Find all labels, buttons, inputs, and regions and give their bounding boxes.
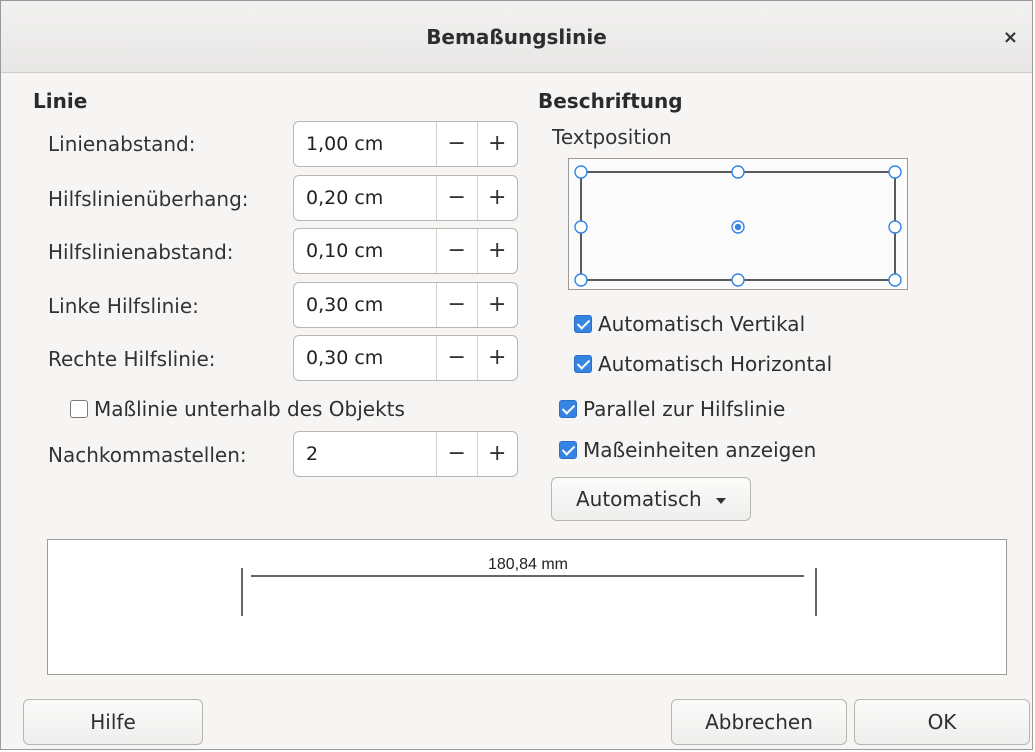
linienabstand-label: Linienabstand: — [48, 132, 196, 156]
cancel-button[interactable]: Abbrechen — [671, 699, 847, 745]
dimension-preview: 180,84 mm — [47, 539, 1007, 675]
position-bottom-left — [574, 273, 588, 287]
checkbox-checked-icon — [559, 400, 577, 418]
rechte-hilfslinie-label: Rechte Hilfslinie: — [48, 347, 216, 371]
hilfslinienabstand-increment-button[interactable]: + — [476, 229, 518, 273]
dialog-title: Bemaßungslinie — [426, 25, 607, 49]
dialog-window: Bemaßungslinie × Linie Linienabstand: 1,… — [0, 0, 1033, 750]
nachkommastellen-spinner: 2 − + — [293, 431, 518, 477]
linienabstand-increment-button[interactable]: + — [476, 122, 518, 166]
rechte-hilfslinie-decrement-button[interactable]: − — [436, 336, 477, 380]
hilfslinienueberhang-increment-button[interactable]: + — [476, 176, 518, 220]
position-top-center — [731, 165, 745, 179]
automatisch-horizontal-checkbox[interactable]: Automatisch Horizontal — [574, 352, 832, 376]
masslinie-unterhalb-checkbox[interactable]: Maßlinie unterhalb des Objekts — [70, 397, 405, 421]
nachkommastellen-input[interactable]: 2 — [294, 432, 436, 476]
dimension-line-drawing: 180,84 mm — [241, 556, 817, 616]
nachkommastellen-increment-button[interactable]: + — [476, 432, 518, 476]
position-top-left — [574, 165, 588, 179]
masseinheiten-anzeigen-checkbox[interactable]: Maßeinheiten anzeigen — [559, 438, 816, 462]
beschriftung-heading: Beschriftung — [538, 89, 683, 113]
linke-hilfslinie-increment-button[interactable]: + — [476, 283, 518, 327]
position-bottom-center — [731, 273, 745, 287]
masseinheiten-anzeigen-label: Maßeinheiten anzeigen — [583, 438, 817, 462]
measure-unit-dropdown[interactable]: Automatisch — [551, 477, 751, 521]
nachkommastellen-label: Nachkommastellen: — [48, 443, 247, 467]
linke-hilfslinie-spinner: 0,30 cm − + — [293, 282, 518, 328]
linie-heading: Linie — [33, 89, 88, 113]
hilfslinienabstand-decrement-button[interactable]: − — [436, 229, 477, 273]
title-bar: Bemaßungslinie × — [1, 1, 1032, 73]
automatisch-vertikal-label: Automatisch Vertikal — [598, 312, 806, 336]
linienabstand-input[interactable]: 1,00 cm — [294, 122, 436, 166]
linke-hilfslinie-decrement-button[interactable]: − — [436, 283, 477, 327]
checkbox-checked-icon — [574, 315, 592, 333]
chevron-down-icon — [716, 497, 727, 504]
hilfslinienueberhang-input[interactable]: 0,20 cm — [294, 176, 436, 220]
rechte-hilfslinie-spinner: 0,30 cm − + — [293, 335, 518, 381]
ok-button[interactable]: OK — [854, 699, 1030, 745]
textposition-label: Textposition — [552, 125, 672, 149]
checkbox-checked-icon — [574, 355, 592, 373]
position-top-right — [888, 165, 902, 179]
hilfslinienueberhang-spinner: 0,20 cm − + — [293, 175, 518, 221]
rechte-hilfslinie-increment-button[interactable]: + — [476, 336, 518, 380]
close-icon[interactable]: × — [1003, 27, 1018, 48]
hilfslinienabstand-input[interactable]: 0,10 cm — [294, 229, 436, 273]
hilfslinienueberhang-label: Hilfslinienüberhang: — [48, 187, 249, 211]
linienabstand-spinner: 1,00 cm − + — [293, 121, 518, 167]
position-bottom-right — [888, 273, 902, 287]
automatisch-horizontal-label: Automatisch Horizontal — [598, 352, 833, 376]
position-middle-left — [574, 220, 588, 234]
nachkommastellen-decrement-button[interactable]: − — [436, 432, 477, 476]
hilfslinienabstand-spinner: 0,10 cm − + — [293, 228, 518, 274]
linke-hilfslinie-input[interactable]: 0,30 cm — [294, 283, 436, 327]
rechte-hilfslinie-input[interactable]: 0,30 cm — [294, 336, 436, 380]
linke-hilfslinie-label: Linke Hilfslinie: — [48, 294, 199, 318]
checkbox-checked-icon — [559, 441, 577, 459]
parallel-hilfslinie-checkbox[interactable]: Parallel zur Hilfslinie — [559, 397, 785, 421]
textposition-grid — [574, 165, 902, 287]
checkbox-unchecked-icon — [70, 400, 88, 418]
linienabstand-decrement-button[interactable]: − — [436, 122, 477, 166]
masslinie-unterhalb-label: Maßlinie unterhalb des Objekts — [94, 397, 405, 421]
automatisch-vertikal-checkbox[interactable]: Automatisch Vertikal — [574, 312, 805, 336]
textposition-selector[interactable] — [568, 158, 908, 290]
parallel-hilfslinie-label: Parallel zur Hilfslinie — [583, 397, 786, 421]
hilfslinienueberhang-decrement-button[interactable]: − — [436, 176, 477, 220]
measure-unit-value: Automatisch — [575, 487, 702, 511]
measure-value-text: 180,84 mm — [488, 556, 568, 573]
help-button[interactable]: Hilfe — [23, 699, 203, 745]
hilfslinienabstand-label: Hilfslinienabstand: — [48, 240, 234, 264]
position-middle-right — [888, 220, 902, 234]
